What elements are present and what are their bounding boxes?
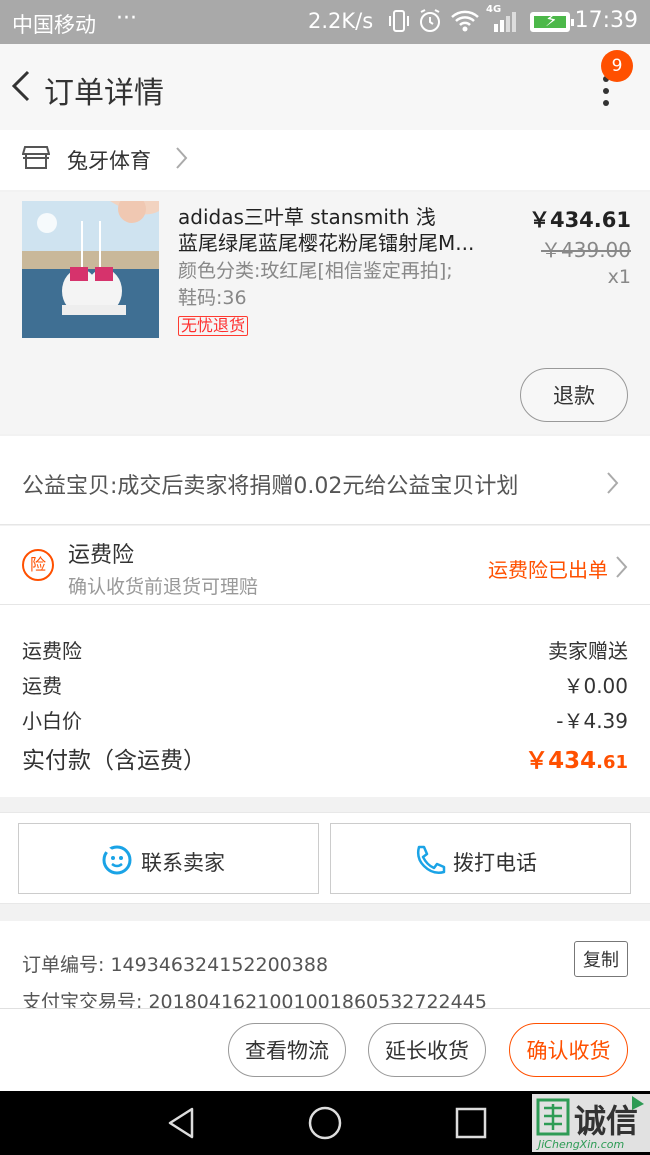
product-title-line2: 蓝尾绿尾蓝尾樱花粉尾镭射尾M... bbox=[178, 231, 475, 255]
total-amount-decimal: .61 bbox=[596, 752, 628, 773]
chevron-right-icon bbox=[614, 554, 628, 584]
call-phone-button[interactable]: 拨打电话 bbox=[330, 823, 631, 894]
contact-seller-label: 联系卖家 bbox=[141, 851, 225, 875]
carrier-name: 中国移动 bbox=[12, 13, 96, 37]
summary-row: 运费险 卖家赠送 bbox=[22, 635, 628, 664]
recents-nav-icon[interactable] bbox=[454, 1105, 488, 1145]
total-label: 实付款（含运费） bbox=[22, 748, 206, 774]
product-spec: 颜色分类:玫红尾[相信鉴定再拍]; 鞋码:36 bbox=[178, 258, 498, 312]
watermark-logo: 诚信 JiChengXin.com bbox=[532, 1094, 650, 1152]
product-item[interactable]: adidas三叶草 stansmith 浅 蓝尾绿尾蓝尾樱花粉尾镭射尾M... … bbox=[0, 192, 650, 434]
worry-free-return-tag: 无忧退货 bbox=[178, 316, 249, 336]
more-menu-button[interactable] bbox=[594, 76, 618, 116]
call-phone-label: 拨打电话 bbox=[453, 851, 537, 875]
total-amount-main: ￥434 bbox=[525, 748, 597, 774]
battery-icon: ⚡ bbox=[530, 10, 574, 32]
shop-row[interactable]: 兔牙体育 bbox=[0, 130, 650, 190]
alarm-icon bbox=[418, 8, 442, 39]
total-row: 实付款（含运费） ￥434.61 bbox=[22, 741, 628, 775]
page-title: 订单详情 bbox=[44, 76, 164, 111]
chat-icon bbox=[101, 844, 133, 881]
product-price: ￥434.61 bbox=[528, 208, 631, 232]
price-summary: 运费险 卖家赠送 运费 ￥0.00 小白价 -￥4.39 实付款（含运费） ￥4… bbox=[0, 605, 650, 797]
confirm-receipt-button[interactable]: 确认收货 bbox=[509, 1023, 628, 1077]
charity-text: 公益宝贝:成交后卖家将捐赠0.02元给公益宝贝计划 bbox=[22, 474, 519, 499]
store-icon bbox=[21, 145, 51, 175]
contact-bar: 联系卖家 拨打电话 bbox=[0, 812, 650, 904]
insurance-title: 运费险 bbox=[68, 543, 135, 568]
original-price: ￥439.00 bbox=[541, 238, 631, 262]
wifi-icon bbox=[450, 8, 480, 39]
extend-receipt-button[interactable]: 延长收货 bbox=[368, 1023, 486, 1077]
order-number: 订单编号: 1493463241522003​88 bbox=[22, 954, 329, 976]
signal-icon bbox=[490, 8, 518, 39]
message-badge: 9 bbox=[601, 50, 633, 82]
product-thumbnail[interactable] bbox=[22, 201, 159, 338]
product-spec-color: 颜色分类:玫红尾[相信鉴定再拍]; bbox=[178, 260, 453, 282]
summary-label: 运费 bbox=[22, 674, 62, 698]
shipping-insurance-row[interactable]: 险 运费险 确认收货前退货可理赔 运费险已出单 bbox=[0, 526, 650, 605]
insurance-subtitle: 确认收货前退货可理赔 bbox=[68, 576, 259, 598]
product-spec-size: 鞋码:36 bbox=[178, 287, 247, 309]
phone-icon bbox=[413, 844, 447, 881]
summary-label: 运费险 bbox=[22, 639, 82, 663]
watermark-text: 诚信 bbox=[574, 1102, 639, 1140]
view-logistics-button[interactable]: 查看物流 bbox=[228, 1023, 346, 1077]
network-speed: 2.2K/s bbox=[308, 9, 374, 33]
summary-value: -￥4.39 bbox=[556, 709, 628, 733]
charity-row[interactable]: 公益宝贝:成交后卖家将捐赠0.02元给公益宝贝计划 bbox=[0, 436, 650, 525]
back-nav-icon[interactable] bbox=[164, 1105, 198, 1145]
shop-name: 兔牙体育 bbox=[67, 149, 151, 173]
contact-seller-button[interactable]: 联系卖家 bbox=[18, 823, 319, 894]
summary-row: 小白价 -￥4.39 bbox=[22, 705, 628, 734]
summary-row: 运费 ￥0.00 bbox=[22, 670, 628, 699]
back-button[interactable] bbox=[6, 64, 36, 108]
product-quantity: x1 bbox=[607, 266, 631, 288]
action-bar: 查看物流 延长收货 确认收货 bbox=[0, 1008, 650, 1091]
total-amount: ￥434.61 bbox=[525, 741, 628, 775]
watermark-url: JiChengXin.com bbox=[538, 1138, 625, 1151]
summary-value: ￥0.00 bbox=[563, 674, 628, 698]
chevron-left-icon bbox=[11, 70, 30, 102]
home-nav-icon[interactable] bbox=[307, 1105, 343, 1145]
clock: 17:39 bbox=[574, 8, 638, 33]
product-title-line1: adidas三叶草 stansmith 浅 bbox=[178, 205, 436, 229]
refund-button[interactable]: 退款 bbox=[520, 368, 628, 422]
status-bar: 中国移动 ··· 2.2K/s 4G ⚡ 17:39 bbox=[0, 0, 650, 44]
product-title[interactable]: adidas三叶草 stansmith 浅 蓝尾绿尾蓝尾樱花粉尾镭射尾M... bbox=[178, 204, 498, 256]
order-info: 订单编号: 1493463241522003​88 复制 支付宝交易号: 201… bbox=[0, 921, 650, 1013]
copy-button[interactable]: 复制 bbox=[574, 941, 628, 977]
insurance-status: 运费险已出单 bbox=[488, 558, 608, 582]
notification-dots: ··· bbox=[116, 6, 137, 31]
chevron-right-icon bbox=[605, 470, 619, 500]
summary-value: 卖家赠送 bbox=[548, 639, 628, 663]
insurance-icon: 险 bbox=[22, 549, 54, 581]
summary-label: 小白价 bbox=[22, 709, 82, 733]
chevron-right-icon bbox=[174, 145, 188, 175]
vibrate-icon bbox=[388, 8, 410, 39]
nav-bar: 订单详情 9 bbox=[0, 44, 650, 130]
